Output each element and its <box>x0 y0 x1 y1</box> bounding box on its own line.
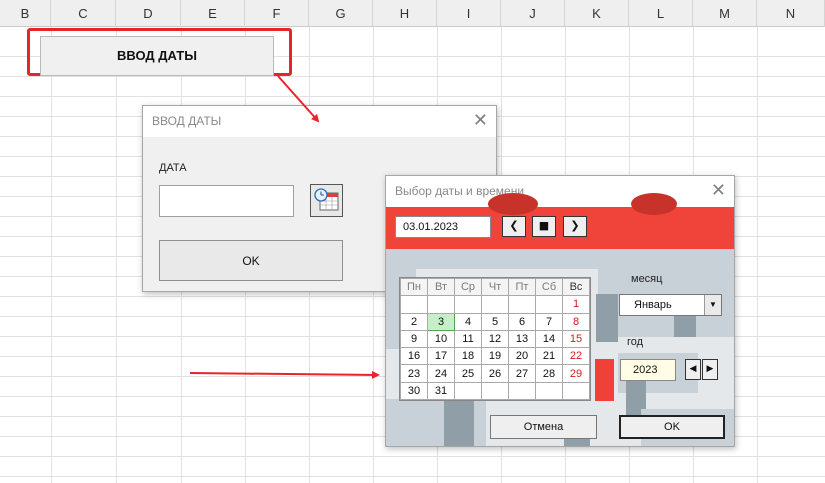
annotation-arrows <box>189 75 380 379</box>
arrow-to-calendar <box>189 370 380 379</box>
arrow-to-dialog <box>277 75 320 123</box>
